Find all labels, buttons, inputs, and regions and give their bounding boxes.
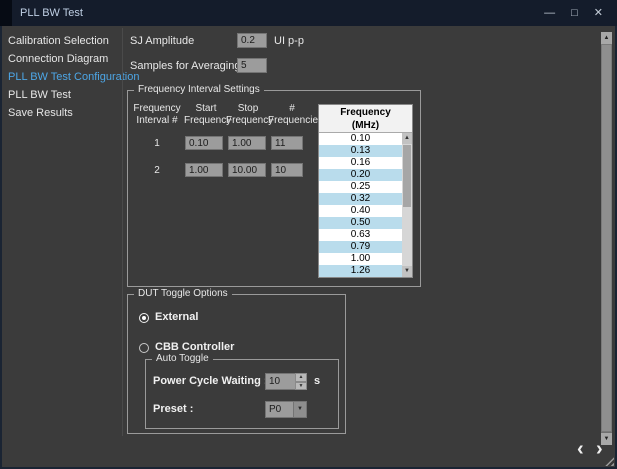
frequency-row[interactable]: 0.10: [319, 133, 402, 145]
spin-down-icon[interactable]: ▼: [295, 382, 307, 391]
sidebar-item-pll-bw-test[interactable]: PLL BW Test: [0, 86, 121, 104]
frequency-table: Frequency (MHz) 0.10 0.13 0.16 0.20 0.25…: [318, 104, 413, 278]
table-scroll-up-icon[interactable]: ▲: [402, 133, 412, 144]
column-header-start-frequency: StartFrequency: [184, 103, 228, 127]
nav-next-icon[interactable]: ›: [596, 440, 603, 458]
auto-toggle-title: Auto Toggle: [152, 353, 213, 364]
interval-number-2: 2: [130, 165, 184, 176]
num-frequencies-input-2[interactable]: [271, 163, 303, 177]
start-frequency-input-1[interactable]: [185, 136, 223, 150]
frequency-row[interactable]: 0.13: [319, 145, 402, 157]
column-header-frequency-interval: FrequencyInterval #: [130, 103, 184, 127]
window-controls: — □ ✕: [544, 0, 603, 26]
sj-amplitude-input[interactable]: [237, 33, 267, 48]
frequency-row[interactable]: 0.16: [319, 157, 402, 169]
samples-for-averaging-label: Samples for Averaging: [130, 60, 240, 72]
sidebar-item-connection-diagram[interactable]: Connection Diagram: [0, 50, 121, 68]
frequency-table-header: Frequency (MHz): [319, 105, 412, 133]
interval-number-1: 1: [130, 138, 184, 149]
frequency-row[interactable]: 0.20: [319, 169, 402, 181]
table-scrollbar[interactable]: ▲ ▼: [402, 133, 412, 277]
column-header-stop-frequency: StopFrequency: [226, 103, 270, 127]
cbb-controller-radio[interactable]: [139, 343, 149, 353]
external-radio[interactable]: [139, 313, 149, 323]
sidebar-item-pll-bw-test-configuration[interactable]: PLL BW Test Configuration: [0, 68, 121, 86]
title-bar[interactable]: PLL BW Test — □ ✕: [0, 0, 617, 26]
main-content: Calibration Selection Connection Diagram…: [0, 26, 617, 469]
table-scroll-thumb[interactable]: [403, 145, 411, 207]
combo-arrow-icon[interactable]: ▼: [293, 402, 306, 417]
dut-toggle-options-title: DUT Toggle Options: [134, 288, 232, 299]
nav-prev-icon[interactable]: ‹: [577, 440, 584, 458]
window-title: PLL BW Test: [20, 7, 83, 19]
frequency-interval-settings-group: Frequency Interval Settings FrequencyInt…: [127, 90, 421, 287]
stop-frequency-input-1[interactable]: [228, 136, 266, 150]
frequency-row[interactable]: 0.32: [319, 193, 402, 205]
num-frequencies-input-1[interactable]: [271, 136, 303, 150]
frequency-row[interactable]: 0.63: [319, 229, 402, 241]
minimize-icon[interactable]: —: [544, 0, 555, 26]
stop-frequency-input-2[interactable]: [228, 163, 266, 177]
maximize-icon[interactable]: □: [571, 0, 578, 26]
pll-bw-test-window: PLL BW Test — □ ✕ Calibration Selection …: [0, 0, 617, 469]
resize-grip[interactable]: [604, 456, 614, 466]
power-cycle-waiting-input[interactable]: [265, 373, 296, 390]
table-scroll-down-icon[interactable]: ▼: [402, 266, 412, 277]
cbb-controller-radio-label[interactable]: CBB Controller: [155, 341, 234, 353]
app-icon: [0, 0, 12, 26]
preset-selected-value: P0: [269, 402, 281, 417]
frequency-interval-settings-title: Frequency Interval Settings: [134, 84, 264, 95]
power-cycle-unit-label: s: [314, 375, 320, 387]
main-scrollbar[interactable]: ▲ ▼: [601, 32, 612, 445]
sj-amplitude-label: SJ Amplitude: [130, 35, 194, 47]
frequency-table-body: 0.10 0.13 0.16 0.20 0.25 0.32 0.40 0.50 …: [319, 133, 412, 277]
power-cycle-waiting-label: Power Cycle Waiting :: [153, 375, 268, 387]
close-icon[interactable]: ✕: [594, 0, 603, 26]
sidebar: Calibration Selection Connection Diagram…: [0, 32, 121, 122]
sj-amplitude-unit-label: UI p-p: [274, 35, 304, 47]
start-frequency-input-2[interactable]: [185, 163, 223, 177]
sidebar-divider: [122, 28, 123, 436]
frequency-row[interactable]: 0.25: [319, 181, 402, 193]
spin-up-icon[interactable]: ▲: [295, 373, 307, 382]
power-cycle-waiting-spinner[interactable]: ▲ ▼: [265, 373, 307, 390]
frequency-row[interactable]: 0.40: [319, 205, 402, 217]
main-scroll-thumb[interactable]: [601, 44, 612, 432]
frequency-row[interactable]: 0.79: [319, 241, 402, 253]
frequency-row[interactable]: 1.00: [319, 253, 402, 265]
external-radio-label[interactable]: External: [155, 311, 198, 323]
spinner-buttons: ▲ ▼: [295, 373, 307, 390]
samples-for-averaging-input[interactable]: [237, 58, 267, 73]
column-header-num-frequencies: #Frequencies: [268, 103, 316, 127]
frequency-row[interactable]: 0.50: [319, 217, 402, 229]
preset-label: Preset :: [153, 403, 193, 415]
auto-toggle-group: Auto Toggle Power Cycle Waiting : ▲ ▼ s …: [145, 359, 339, 429]
preset-dropdown[interactable]: P0 ▼: [265, 401, 307, 418]
sidebar-item-calibration-selection[interactable]: Calibration Selection: [0, 32, 121, 50]
main-scroll-up-icon[interactable]: ▲: [601, 32, 612, 44]
frequency-row[interactable]: 1.26: [319, 265, 402, 277]
sidebar-item-save-results[interactable]: Save Results: [0, 104, 121, 122]
dut-toggle-options-group: DUT Toggle Options External CBB Controll…: [127, 294, 346, 434]
